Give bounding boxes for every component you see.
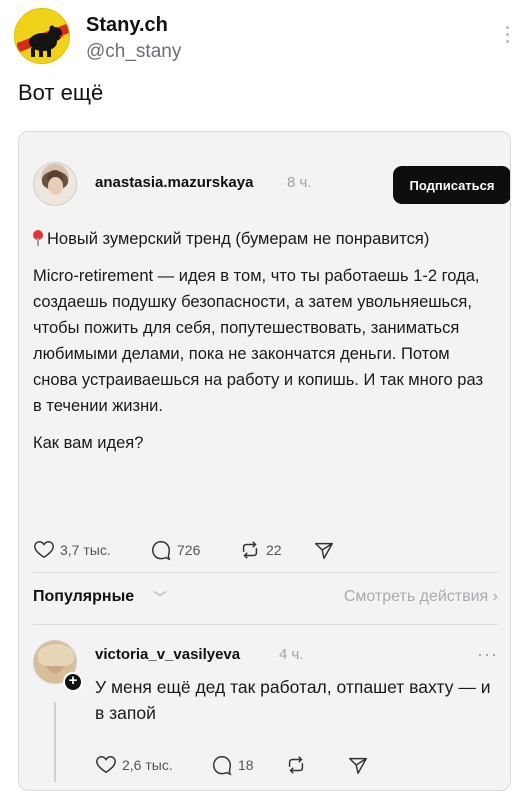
repost-icon [288, 756, 304, 774]
comment-icon [213, 756, 232, 776]
thread-paragraph: Micro-retirement — идея в том, что ты ра… [33, 267, 484, 415]
repost-action[interactable]: 22 [239, 537, 282, 563]
pushpin-icon [33, 230, 43, 246]
reply-like-action[interactable]: 2,6 тыс. [95, 752, 173, 778]
author-handle[interactable]: @ch_stany [86, 41, 181, 63]
heart-icon [96, 756, 116, 774]
comment-action[interactable]: 726 [150, 537, 200, 563]
send-icon [315, 542, 333, 559]
reply-post: + victoria_v_vasilyeva 4 ч. ··· У меня е… [33, 640, 498, 790]
thread-line [54, 702, 56, 782]
thread-timestamp: 8 ч. [287, 174, 312, 191]
reply-like-count: 2,6 тыс. [122, 757, 173, 773]
more-horizontal-icon[interactable]: ··· [477, 644, 498, 665]
comment-icon [152, 541, 171, 561]
bear-coat-of-arms-icon [15, 9, 69, 63]
post-text: Вот ещё [18, 80, 104, 105]
user-avatar[interactable] [33, 162, 77, 206]
reply-actions: 2,6 тыс. 18 [95, 752, 495, 782]
follow-button[interactable]: Подписаться [393, 166, 510, 204]
view-actions-link[interactable]: Смотреть действия › [344, 588, 498, 606]
author-name[interactable]: Stany.ch [86, 14, 168, 37]
reply-text: У меня ещё дед так работал, отпашет вахт… [95, 677, 491, 723]
thread-question: Как вам идея? [33, 434, 144, 452]
heart-icon [34, 541, 54, 559]
reply-username[interactable]: victoria_v_vasilyeva [95, 646, 240, 663]
comment-count: 726 [177, 542, 201, 558]
send-icon [349, 757, 367, 774]
replies-header: Популярные ﹀ Смотреть действия › [33, 588, 498, 614]
thread-body: Новый зумерский тренд (бумерам не понрав… [33, 226, 493, 467]
reply-comment-count: 18 [238, 757, 254, 773]
like-count: 3,7 тыс. [60, 542, 111, 558]
chevron-down-icon[interactable]: ﹀ [153, 588, 167, 608]
reply-comment-action[interactable]: 18 [211, 752, 254, 778]
follow-plus-icon[interactable]: + [63, 672, 83, 692]
divider [33, 624, 498, 625]
thread-username[interactable]: anastasia.mazurskaya [95, 174, 253, 191]
reply-send-action[interactable] [347, 752, 369, 778]
sort-popular-dropdown[interactable]: Популярные [33, 588, 134, 606]
send-action[interactable] [313, 537, 335, 563]
thread-actions: 3,7 тыс. 726 22 [33, 537, 493, 567]
reply-repost-action[interactable] [285, 752, 307, 778]
thread-title: Новый зумерский тренд (бумерам не понрав… [47, 230, 430, 248]
repost-icon [242, 541, 258, 559]
reply-timestamp: 4 ч. [279, 646, 304, 663]
post-header: Stany.ch @ch_stany [14, 8, 514, 68]
more-vertical-icon[interactable] [502, 26, 512, 48]
divider [33, 572, 498, 573]
embedded-thread-card[interactable]: anastasia.mazurskaya 8 ч. Подписаться Но… [18, 131, 511, 791]
repost-count: 22 [266, 542, 282, 558]
like-action[interactable]: 3,7 тыс. [33, 537, 111, 563]
author-avatar[interactable] [14, 8, 70, 64]
